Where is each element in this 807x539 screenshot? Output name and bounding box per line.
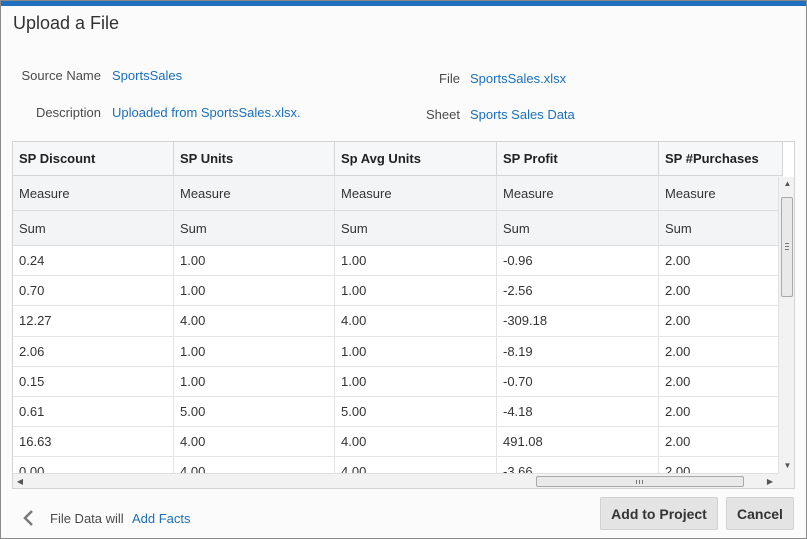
scroll-up-icon[interactable]: ▲ <box>779 177 794 191</box>
table-row: 0.61 5.00 5.00 -4.18 2.00 <box>13 397 783 428</box>
table-cell: 4.00 <box>335 427 497 457</box>
column-aggregation-select[interactable]: Sum <box>497 211 659 245</box>
table-cell: -0.96 <box>497 246 659 276</box>
grip-line-icon <box>642 480 643 484</box>
table-row: 2.06 1.00 1.00 -8.19 2.00 <box>13 336 783 367</box>
column-aggregation-select[interactable]: Sum <box>174 211 335 245</box>
table-row: 0.70 1.00 1.00 -2.56 2.00 <box>13 276 783 307</box>
column-type-select[interactable]: Measure <box>659 176 783 210</box>
column-type-select[interactable]: Measure <box>335 176 497 210</box>
table-cell: 4.00 <box>174 427 335 457</box>
table-cell: 1.00 <box>335 246 497 276</box>
table-cell: -2.56 <box>497 276 659 306</box>
column-aggregation-select[interactable]: Sum <box>335 211 497 245</box>
source-name-label: Source Name <box>21 68 101 83</box>
source-name-value[interactable]: SportsSales <box>112 68 182 83</box>
column-type-select[interactable]: Measure <box>13 176 174 210</box>
table-cell: -8.19 <box>497 336 659 366</box>
table-cell: 0.70 <box>13 276 174 306</box>
table-cell: 5.00 <box>335 397 497 427</box>
scroll-left-icon[interactable]: ◀ <box>13 474 27 488</box>
table-cell: 491.08 <box>497 427 659 457</box>
data-preview-grid: SP Discount SP Units Sp Avg Units SP Profit… <box>12 141 795 489</box>
table-cell: 1.00 <box>335 336 497 366</box>
column-type-row: Measure Measure Measure Measure Measure <box>13 176 783 211</box>
table-row: 16.63 4.00 4.00 491.08 2.00 <box>13 427 783 458</box>
add-facts-link[interactable]: Add Facts <box>132 511 191 526</box>
horizontal-scroll-thumb[interactable] <box>536 476 744 487</box>
table-cell: 1.00 <box>335 276 497 306</box>
table-cell: 4.00 <box>174 306 335 336</box>
column-aggregation-row: Sum Sum Sum Sum Sum <box>13 211 783 246</box>
grip-line-icon <box>785 243 789 244</box>
column-header[interactable]: SP Discount <box>13 142 174 175</box>
file-data-will-text: File Data will <box>50 511 124 526</box>
dialog-accent-bar <box>1 1 806 6</box>
grip-line-icon <box>636 480 637 484</box>
grip-line-icon <box>639 480 640 484</box>
upload-file-dialog: Upload a File Source Name SportsSales De… <box>0 0 807 539</box>
table-cell: -0.70 <box>497 366 659 396</box>
table-cell: -4.18 <box>497 397 659 427</box>
add-to-project-button[interactable]: Add to Project <box>600 497 718 530</box>
back-chevron-icon[interactable] <box>20 508 38 528</box>
vertical-scroll-thumb[interactable] <box>781 197 793 297</box>
column-type-select[interactable]: Measure <box>497 176 659 210</box>
column-header-row: SP Discount SP Units Sp Avg Units SP Profit… <box>13 142 783 176</box>
table-cell: 1.00 <box>174 336 335 366</box>
grip-line-icon <box>785 249 789 250</box>
table-cell: 2.00 <box>659 427 783 457</box>
table-cell: 1.00 <box>174 366 335 396</box>
scroll-right-icon[interactable]: ▶ <box>763 474 777 488</box>
cancel-button[interactable]: Cancel <box>726 497 794 530</box>
column-aggregation-select[interactable]: Sum <box>13 211 174 245</box>
dialog-title: Upload a File <box>13 13 120 33</box>
file-label: File <box>439 71 460 86</box>
table-cell: 0.24 <box>13 246 174 276</box>
table-cell: 2.00 <box>659 397 783 427</box>
scroll-down-icon[interactable]: ▼ <box>779 459 794 473</box>
vertical-scrollbar[interactable]: ▲ ▼ <box>778 177 794 473</box>
column-type-select[interactable]: Measure <box>174 176 335 210</box>
sheet-label: Sheet <box>426 107 460 122</box>
scrollbar-corner <box>778 473 794 488</box>
table-row: 0.24 1.00 1.00 -0.96 2.00 <box>13 246 783 277</box>
column-aggregation-select[interactable]: Sum <box>659 211 783 245</box>
horizontal-scrollbar[interactable]: ◀ ▶ <box>13 473 778 488</box>
grip-line-icon <box>785 246 789 247</box>
column-header[interactable]: SP Profit <box>497 142 659 175</box>
table-cell: 2.00 <box>659 306 783 336</box>
table-row: 12.27 4.00 4.00 -309.18 2.00 <box>13 306 783 337</box>
table-row: 0.15 1.00 1.00 -0.70 2.00 <box>13 366 783 397</box>
table-cell: 5.00 <box>174 397 335 427</box>
table-cell: 4.00 <box>335 306 497 336</box>
table-cell: 2.00 <box>659 336 783 366</box>
column-header[interactable]: Sp Avg Units <box>335 142 497 175</box>
column-header[interactable]: SP Units <box>174 142 335 175</box>
sheet-value[interactable]: Sports Sales Data <box>470 107 575 122</box>
column-header[interactable]: SP #Purchases <box>659 142 783 175</box>
table-cell: 0.15 <box>13 366 174 396</box>
table-cell: 2.00 <box>659 276 783 306</box>
table-cell: 1.00 <box>174 276 335 306</box>
table-cell: 1.00 <box>335 366 497 396</box>
file-value[interactable]: SportsSales.xlsx <box>470 71 566 86</box>
table-cell: -309.18 <box>497 306 659 336</box>
table-cell: 16.63 <box>13 427 174 457</box>
table-cell: 1.00 <box>174 246 335 276</box>
description-label: Description <box>35 105 101 120</box>
description-value[interactable]: Uploaded from SportsSales.xlsx. <box>112 105 301 120</box>
table-cell: 2.00 <box>659 366 783 396</box>
table-cell: 12.27 <box>13 306 174 336</box>
table-cell: 0.61 <box>13 397 174 427</box>
table-cell: 2.06 <box>13 336 174 366</box>
table-cell: 2.00 <box>659 246 783 276</box>
